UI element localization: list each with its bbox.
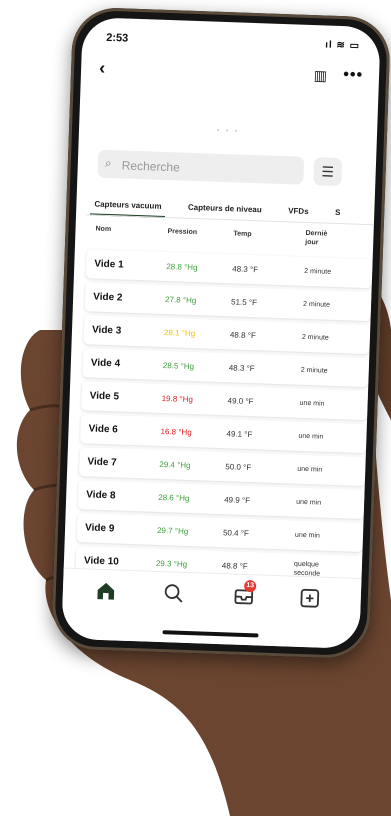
tab-capteurs-de-niveau[interactable]: Capteurs de niveau [184,201,266,220]
cell-name: Vide 8 [86,489,116,502]
search-bar[interactable]: ⌕ [97,149,309,187]
cell-last-update: une min [299,399,325,408]
header-last-day-line2: jour [305,238,319,247]
cell-last-update: une min [298,432,324,441]
table-row[interactable]: Vide 8 28.6 °Hg 49.9 °F une min [77,480,365,520]
table-row[interactable]: Vide 2 27.8 °Hg 51.5 °F 2 minute [84,282,372,322]
cell-pressure: 19.8 °Hg [161,393,194,405]
cell-temp: 49.1 °F [226,429,253,440]
cell-name: Vide 9 [84,522,115,535]
cell-pressure: 28.8 °Hg [166,262,198,273]
cell-name: Vide 2 [92,291,123,304]
cell-pressure: 28.6 °Hg [158,492,190,503]
status-system-icons: ıl ≋ ▭ [324,39,361,52]
table-row[interactable]: Vide 5 19.8 °Hg 49.0 °F une min [81,381,369,421]
header-last-day[interactable]: Derniè jour [305,229,327,248]
header-name[interactable]: Nom [95,226,111,234]
add-icon [300,588,320,608]
cell-temp: 48.3 °F [232,264,259,275]
bottom-tab-bar: 13 [61,567,362,650]
table-row[interactable]: Vide 4 28.5 °Hg 48.3 °F 2 minute [82,348,370,388]
cell-pressure: 27.8 °Hg [164,295,197,306]
status-time: 2:53 [106,31,129,45]
cell-name: Vide 7 [87,456,117,469]
tab-home[interactable] [90,580,121,607]
table-row[interactable]: Vide 6 16.8 °Hg 49.1 °F une min [80,414,367,454]
table-row[interactable]: Vide 9 29.7 °Hg 50.4 °F une min [76,513,364,553]
table-row[interactable]: Vide 7 29.4 °Hg 50.0 °F une min [78,447,366,487]
table-body: Vide 1 28.8 °Hg 48.3 °F 2 minute Vide 2 27.8 … [74,249,373,580]
map-icon[interactable]: ▥ [314,67,328,84]
cell-temp: 51.5 °F [230,297,258,308]
more-icon[interactable]: ••• [343,66,363,85]
search-icon: ⌕ [104,155,112,171]
home-indicator [162,630,259,638]
cell-name: Vide 6 [88,423,119,436]
top-nav: ‹ ▥ ••• [99,58,364,89]
search-input[interactable] [119,150,309,187]
cell-last-update: 2 minute [304,267,332,276]
cell-last-update: une min [297,465,323,474]
cell-name: Vide 4 [90,357,121,370]
cell-pressure: 28.5 °Hg [162,360,195,372]
loading-indicator: • • • [216,125,240,136]
cell-temp: 48.3 °F [228,363,255,374]
status-bar: 2:53 ıl ≋ ▭ [106,32,360,57]
chevron-left-icon[interactable]: ‹ [99,58,106,79]
cell-pressure: 16.8 °Hg [160,426,192,438]
cell-last-update: 2 minute [302,300,331,309]
tab-search[interactable] [158,582,189,609]
sliders-icon: ☰ [321,163,335,180]
cell-pressure: 29.4 °Hg [159,459,191,471]
tab-vfds[interactable]: VFDs [284,204,313,221]
sensor-table: Nom Pression Temp Derniè jour Vide 1 28.8 … [74,221,374,580]
filter-button[interactable]: ☰ [313,157,343,187]
tab-add[interactable] [294,587,325,614]
header-temp[interactable]: Temp [233,230,251,238]
phone-frame: 2:53 ıl ≋ ▭ ‹ ▥ ••• • • • ⌕ ☰ Capteurs v… [50,6,391,660]
cell-name: Vide 5 [89,390,120,403]
cell-temp: 49.9 °F [224,495,251,506]
cell-pressure: 28.1 °Hg [163,328,196,339]
tab-more[interactable]: S [331,206,345,222]
home-icon [97,582,115,600]
cell-temp: 50.4 °F [222,528,250,539]
cell-temp: 48.8 °F [229,330,256,341]
app-screen: 2:53 ıl ≋ ▭ ‹ ▥ ••• • • • ⌕ ☰ Capteurs v… [61,16,381,650]
cell-last-update: 2 minute [301,333,329,342]
cell-temp: 50.0 °F [225,462,252,473]
cell-pressure: 29.7 °Hg [156,525,189,536]
search-icon [164,584,183,603]
cell-last-update: 2 minute [300,366,328,375]
table-row[interactable]: Vide 3 28.1 °Hg 48.8 °F 2 minute [83,315,371,355]
cell-last-update: une min [296,498,322,507]
cell-temp: 49.0 °F [227,396,254,407]
header-last-day-line1: Derniè [305,229,328,238]
sensor-tabs: Capteurs vacuum Capteurs de niveau VFDs … [90,193,375,225]
cell-name: Vide 3 [91,324,122,337]
cell-name: Vide 1 [94,258,124,271]
cell-last-update: une min [294,531,321,540]
header-pressure[interactable]: Pression [167,228,197,236]
tab-inbox[interactable]: 13 [228,579,259,611]
